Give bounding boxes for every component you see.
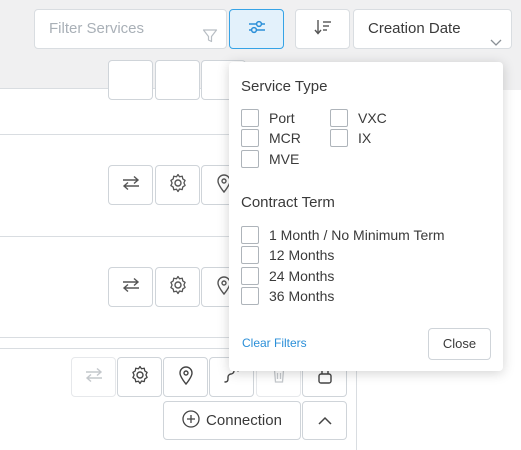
option-label: 12 Months [269, 247, 335, 263]
clear-filters-link[interactable]: Clear Filters [242, 336, 307, 350]
gear-icon [130, 365, 150, 390]
map-pin-icon [178, 365, 194, 390]
collapse-button[interactable] [302, 401, 347, 440]
filter-option-vxc[interactable]: VXC [330, 109, 387, 127]
swap-arrows-icon [84, 367, 104, 388]
option-label: Port [269, 110, 295, 126]
settings-button[interactable] [155, 165, 200, 205]
checkbox[interactable] [241, 150, 259, 168]
checkbox[interactable] [241, 109, 259, 127]
swap-arrows-icon [121, 175, 141, 196]
contract-term-heading: Contract Term [241, 194, 335, 211]
service-type-heading: Service Type [241, 78, 328, 95]
add-connection-button[interactable]: Connection [163, 401, 301, 440]
funnel-icon [202, 21, 218, 59]
filter-panel: Service Type Port MCR MVE VXC IX Contrac… [229, 62, 503, 371]
location-button[interactable] [163, 357, 208, 397]
sort-selected-value: Creation Date [368, 20, 461, 37]
connect-button[interactable] [108, 165, 153, 205]
option-label: IX [358, 130, 372, 146]
gear-icon [168, 275, 188, 300]
filter-placeholder: Filter Services [49, 20, 145, 37]
checkbox[interactable] [241, 246, 259, 264]
filter-option-ix[interactable]: IX [330, 129, 371, 147]
sliders-icon [248, 20, 266, 39]
filter-option-term-36[interactable]: 36 Months [241, 287, 334, 305]
close-button[interactable]: Close [428, 328, 491, 360]
filter-option-mve[interactable]: MVE [241, 150, 299, 168]
settings-button[interactable] [117, 357, 162, 397]
chevron-down-icon [490, 24, 502, 62]
option-label: MCR [269, 130, 301, 146]
filter-option-mcr[interactable]: MCR [241, 129, 301, 147]
checkbox[interactable] [241, 226, 259, 244]
option-label: VXC [358, 110, 387, 126]
filter-services-input[interactable]: Filter Services [34, 9, 227, 49]
connection-label: Connection [206, 412, 282, 429]
filter-option-term-12[interactable]: 12 Months [241, 246, 334, 264]
option-label: MVE [269, 151, 300, 167]
sort-order-button[interactable] [295, 9, 350, 49]
checkbox[interactable] [241, 267, 259, 285]
sort-descending-icon [313, 19, 332, 40]
swap-arrows-icon [121, 277, 141, 298]
checkbox[interactable] [330, 129, 348, 147]
filter-option-port[interactable]: Port [241, 109, 295, 127]
checkbox[interactable] [330, 109, 348, 127]
chevron-up-icon [317, 412, 332, 430]
option-label: 36 Months [269, 288, 335, 304]
gear-icon [168, 173, 188, 198]
filter-toggle-button[interactable] [229, 9, 284, 49]
connect-button[interactable] [108, 267, 153, 307]
option-label: 1 Month / No Minimum Term [269, 227, 445, 243]
card1-action-button[interactable] [108, 60, 153, 100]
checkbox[interactable] [241, 287, 259, 305]
option-label: 24 Months [269, 268, 335, 284]
settings-button[interactable] [155, 267, 200, 307]
connect-button-disabled[interactable] [71, 357, 116, 397]
card1-action-button[interactable] [155, 60, 200, 100]
plus-circle-icon [182, 409, 200, 432]
filter-option-term-1[interactable]: 1 Month / No Minimum Term [241, 226, 445, 244]
sort-by-select[interactable]: Creation Date [353, 9, 512, 49]
filter-option-term-24[interactable]: 24 Months [241, 267, 334, 285]
checkbox[interactable] [241, 129, 259, 147]
